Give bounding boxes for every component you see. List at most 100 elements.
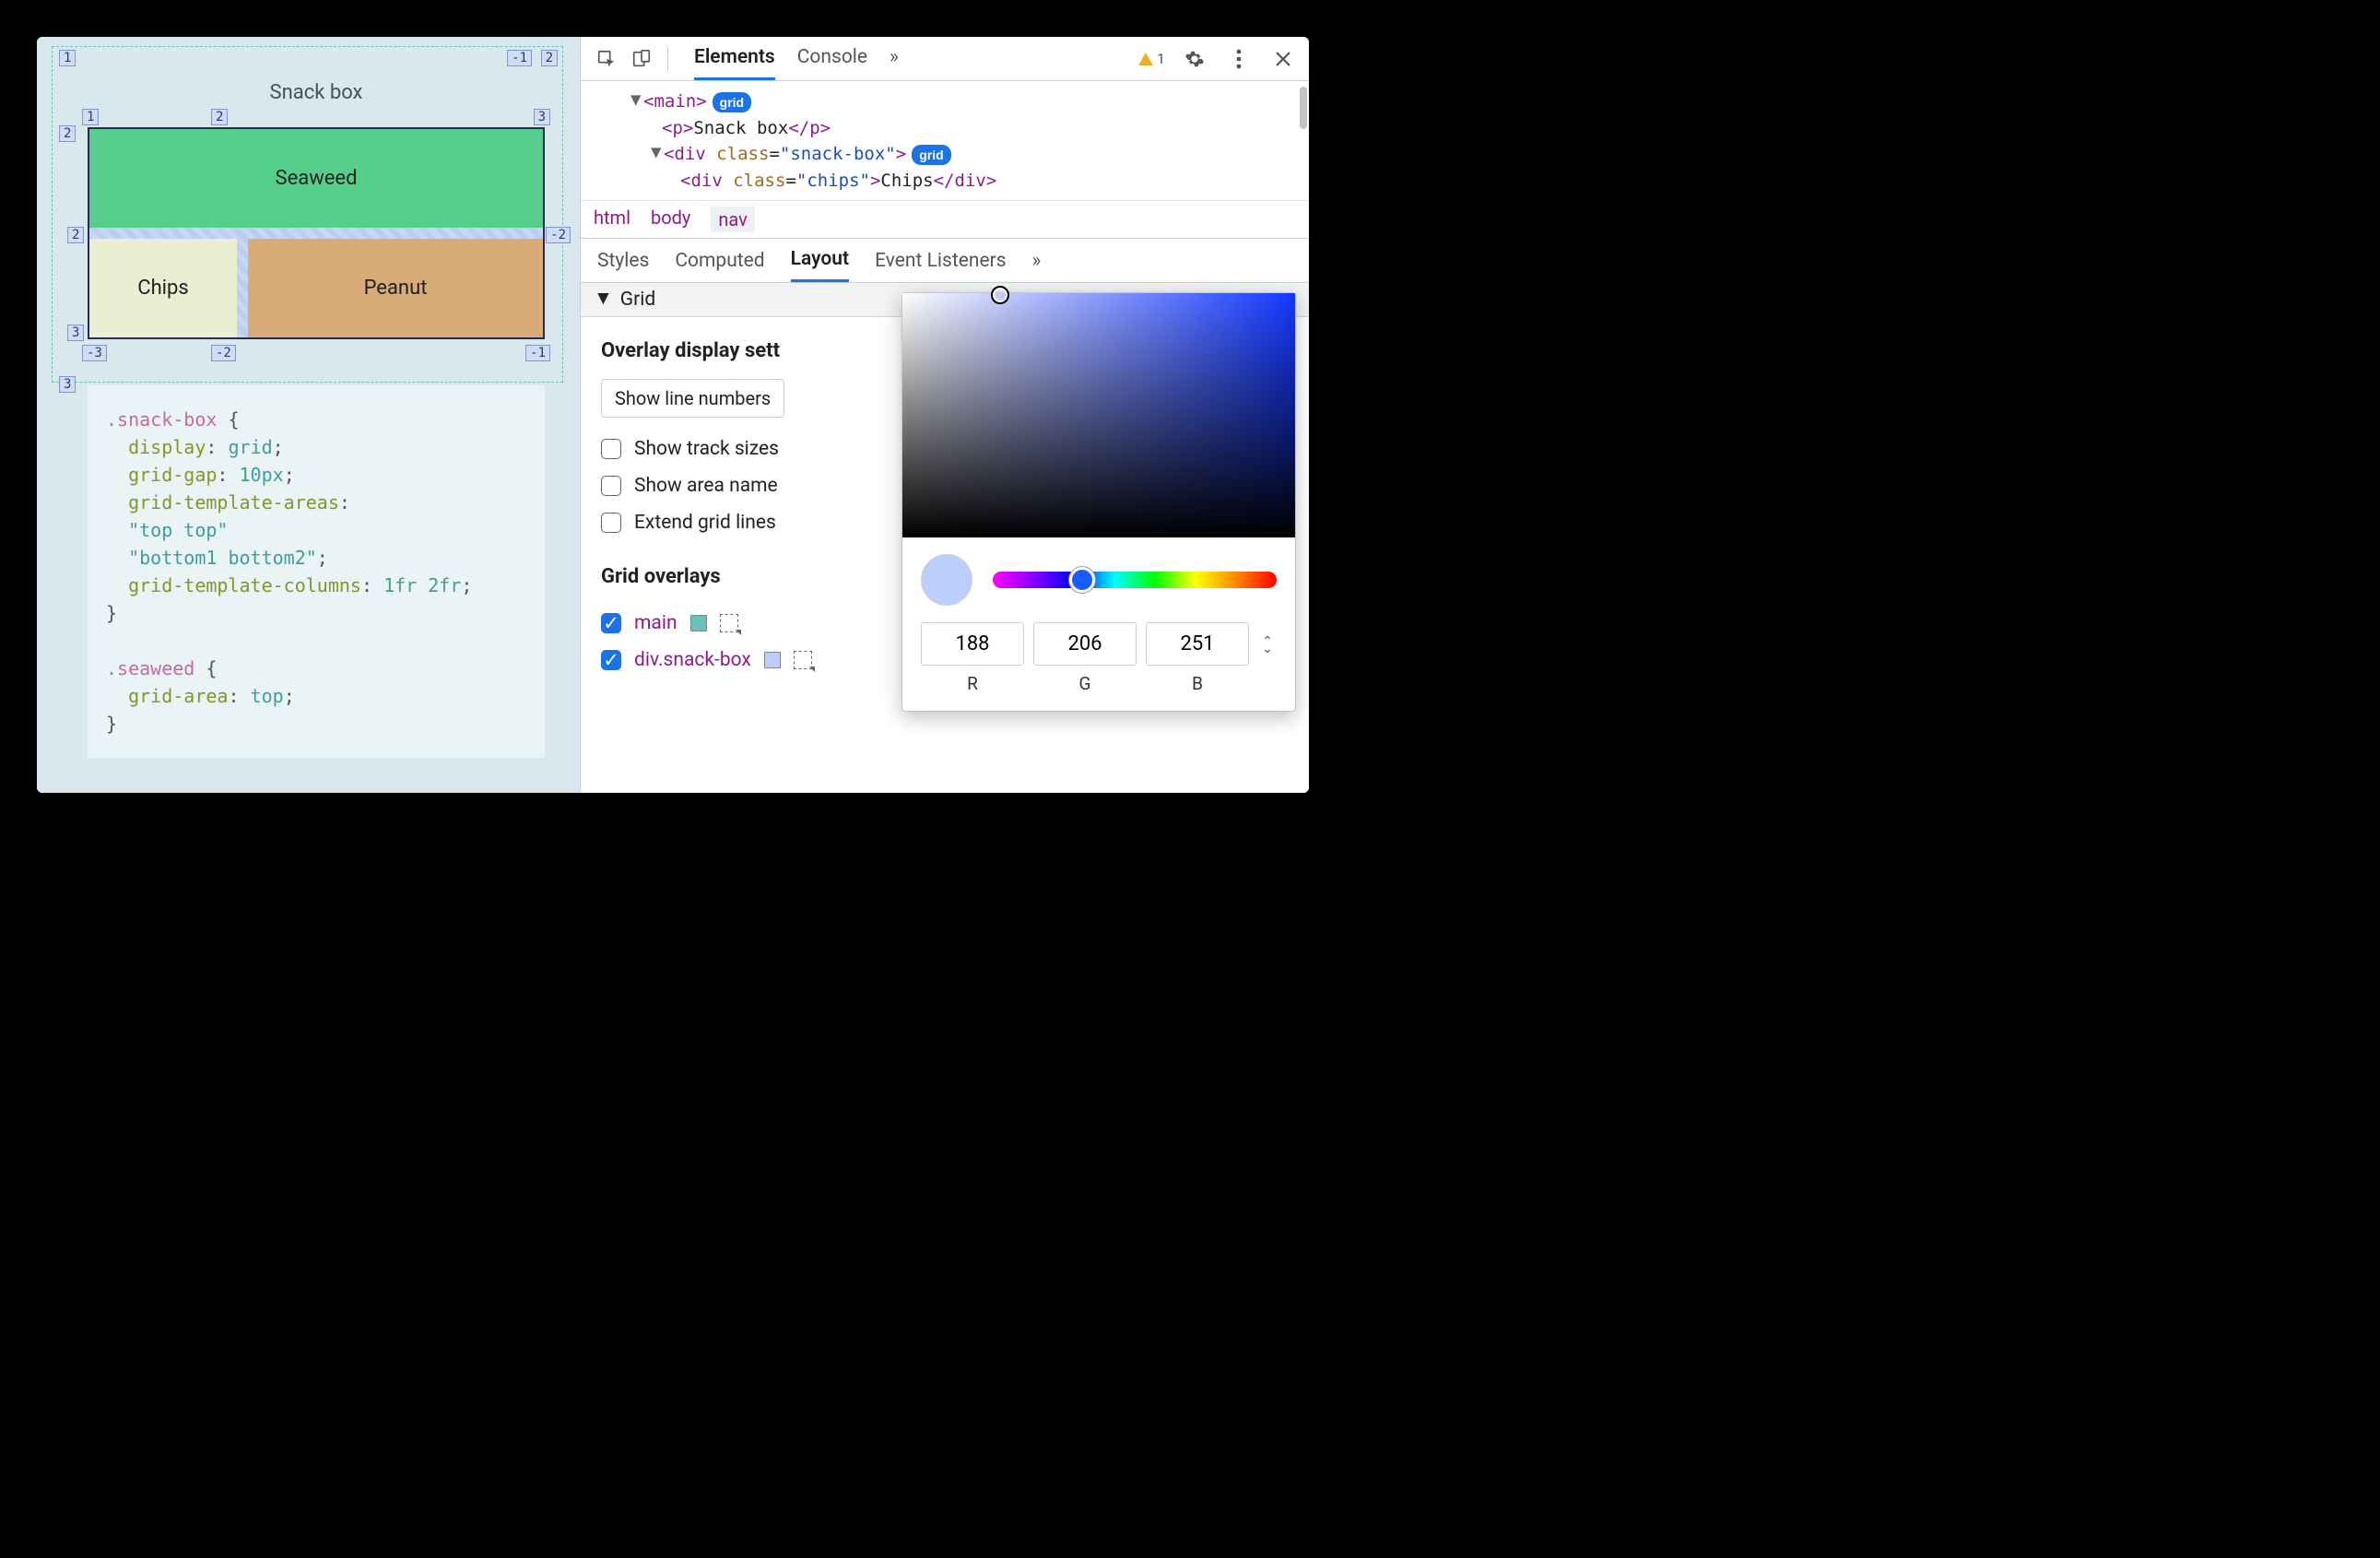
hue-row [902,537,1295,622]
grid-cell-peanut: Peanut [248,239,543,337]
dom-tag[interactable]: main [654,91,696,112]
checkbox[interactable] [601,476,621,496]
grid-badge[interactable]: grid [912,145,950,165]
overlay-color-swatch[interactable] [690,615,707,631]
css-val: "bottom1 bottom2" [128,547,317,569]
main-tabs: Elements Console » [694,37,899,80]
divider [667,47,668,71]
grid-marker: 2 [67,227,84,243]
toolbar-right: 1 [1138,44,1298,74]
hue-slider[interactable] [993,572,1277,588]
breadcrumb-item[interactable]: html [594,207,630,232]
device-mode-icon[interactable] [627,44,656,74]
r-label: R [921,673,1024,694]
grid-marker: 3 [59,376,76,393]
css-prop: grid-gap [128,464,217,486]
css-prop: grid-area [128,685,228,707]
color-mode-switcher[interactable]: ⌃⌄ [1258,638,1277,653]
overlay-color-swatch[interactable] [764,652,781,668]
overlay-highlight-icon[interactable] [720,614,738,632]
snackbox-wrap: 1 2 3 2 -2 3 -3 -2 -1 Seaweed Chips Pean… [88,127,545,339]
checkbox[interactable] [601,513,621,533]
grid-marker: -2 [211,345,236,361]
dom-tag[interactable]: div [674,144,705,164]
close-icon[interactable] [1268,44,1298,74]
checkbox[interactable]: ✓ [601,650,621,670]
grid-marker: 2 [541,50,558,66]
tab-more[interactable]: » [890,37,899,80]
grid-cell-seaweed: Seaweed [89,129,543,228]
color-preview-dot[interactable] [921,554,972,606]
tab-event-listeners[interactable]: Event Listeners [875,241,1006,281]
overlay-highlight-icon[interactable] [794,651,812,669]
grid-marker: 3 [534,109,550,125]
css-val: top [251,685,284,707]
grid-badge[interactable]: grid [713,92,751,112]
warnings-badge[interactable]: 1 [1138,50,1165,67]
overlay-element-link[interactable]: div.snack-box [634,649,751,671]
breadcrumb-item[interactable]: body [651,207,690,232]
tab-console[interactable]: Console [797,37,867,80]
css-code-block: .snack-box { display: grid; grid-gap: 10… [88,385,545,758]
devtools-window: 1 -1 2 2 3 Snack box 1 2 3 2 -2 3 -3 -2 … [37,37,1309,793]
grid-marker: 2 [211,109,228,125]
devtools-pane: Elements Console » 1 ▼<main>grid <p>Snac… [581,37,1309,793]
dom-tree[interactable]: ▼<main>grid <p>Snack box</p> ▼<div class… [581,81,1309,201]
css-prop: grid-template-areas [128,491,339,513]
checkbox-label: Show area name [634,475,778,497]
b-input[interactable]: 251 [1146,622,1249,666]
rgb-inputs: 188R 206G 251B ⌃⌄ [902,622,1295,711]
grid-marker: -3 [82,345,107,361]
hue-handle[interactable] [1069,567,1095,593]
checkbox-label: Extend grid lines [634,512,776,534]
grid-marker: 2 [59,125,76,142]
settings-icon[interactable] [1180,44,1209,74]
css-val: 1fr 2fr [383,574,461,596]
line-numbers-select[interactable]: Show line numbers [601,379,784,418]
checkbox[interactable] [601,439,621,459]
grid-marker: -1 [525,345,550,361]
grid-marker: 1 [59,50,76,66]
page-preview-pane: 1 -1 2 2 3 Snack box 1 2 3 2 -2 3 -3 -2 … [37,37,581,793]
dom-tag[interactable]: div [690,171,722,191]
styles-subtabs: Styles Computed Layout Event Listeners » [581,239,1309,283]
css-val: "top top" [128,519,228,541]
kebab-icon[interactable] [1224,44,1254,74]
checkbox[interactable]: ✓ [601,613,621,633]
grid-marker: 3 [67,325,84,341]
grid-marker: -2 [546,227,571,243]
expand-arrow-icon[interactable]: ▼ [651,139,664,166]
color-picker: 188R 206G 251B ⌃⌄ [901,292,1296,712]
sv-handle[interactable] [991,286,1009,304]
checkbox-label: Show track sizes [634,438,779,460]
breadcrumb-item-active[interactable]: nav [711,207,754,232]
devtools-toolbar: Elements Console » 1 [581,37,1309,81]
tab-styles[interactable]: Styles [597,241,649,281]
expand-arrow-icon[interactable]: ▼ [630,87,643,113]
css-prop: grid-template-columns [128,574,361,596]
css-prop: display [128,436,206,458]
css-val: grid [228,436,272,458]
g-input[interactable]: 206 [1033,622,1137,666]
tab-more[interactable]: » [1032,241,1042,281]
section-title: Grid [620,289,655,311]
r-input[interactable]: 188 [921,622,1024,666]
overlay-element-link[interactable]: main [634,612,677,634]
grid-marker: -1 [507,50,532,66]
warnings-count: 1 [1157,50,1165,67]
tab-elements[interactable]: Elements [694,37,775,80]
css-selector: .snack-box [106,408,217,431]
tab-layout[interactable]: Layout [791,239,849,282]
tab-computed[interactable]: Computed [675,241,764,281]
g-label: G [1033,673,1137,694]
scrollbar-thumb[interactable] [1300,87,1307,129]
css-selector: .seaweed [106,657,194,679]
disclosure-triangle-icon: ▼ [594,288,613,310]
inspect-icon[interactable] [592,44,621,74]
grid-marker: 1 [82,109,99,125]
dom-text[interactable]: Snack box [693,118,788,138]
dom-tag[interactable]: p [672,118,682,138]
grid-cell-chips: Chips [89,239,237,337]
dom-breadcrumb: html body nav [581,201,1309,239]
saturation-value-field[interactable] [902,293,1295,537]
